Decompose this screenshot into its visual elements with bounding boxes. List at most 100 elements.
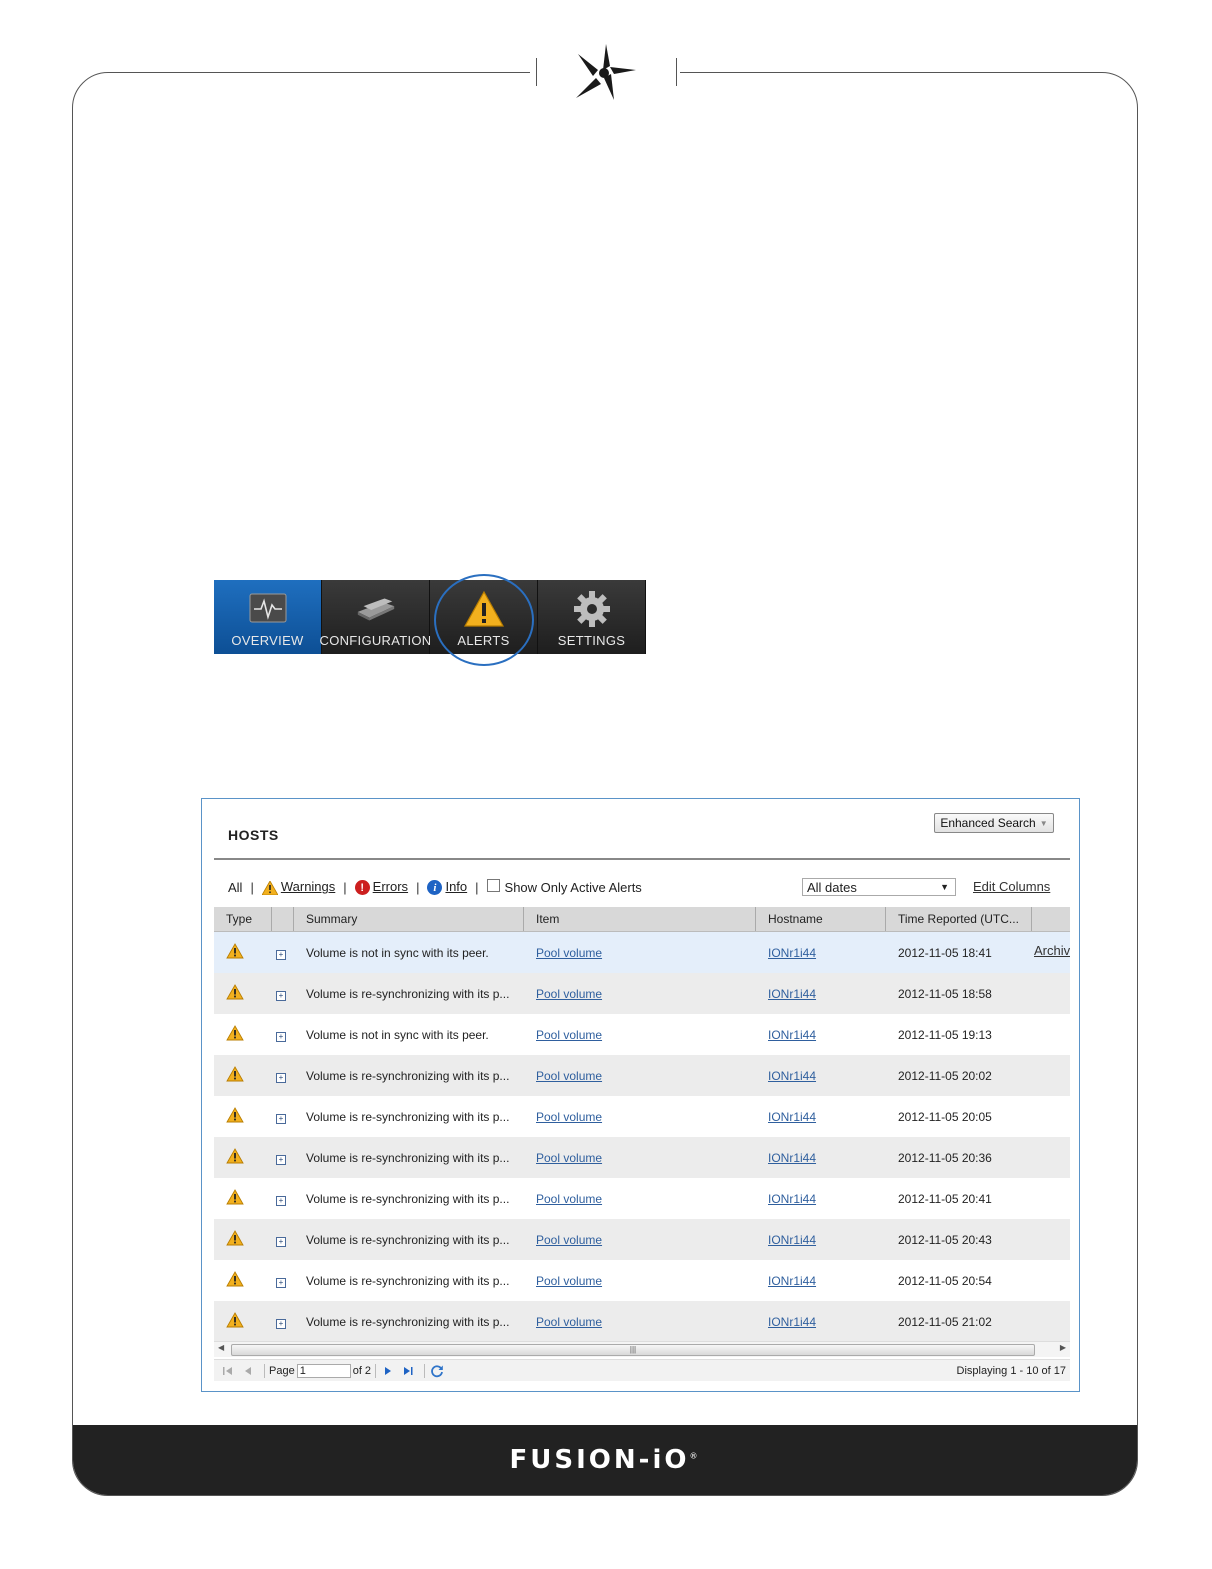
expand-plus-icon[interactable]: + bbox=[276, 949, 286, 960]
item-link[interactable]: Pool volume bbox=[536, 1315, 602, 1329]
tab-configuration[interactable]: CONFIGURATION bbox=[319, 580, 432, 654]
type-cell bbox=[214, 1025, 272, 1044]
hostname-cell: IONr1i44 bbox=[756, 1069, 886, 1083]
frame-tick-right bbox=[676, 58, 677, 86]
item-link[interactable]: Pool volume bbox=[536, 1069, 602, 1083]
edit-columns-link[interactable]: Edit Columns bbox=[973, 879, 1050, 894]
expand-plus-icon[interactable]: + bbox=[276, 1154, 286, 1165]
summary-cell: Volume is re-synchronizing with its p... bbox=[306, 1109, 510, 1124]
actions-cell: Archive bbox=[1032, 945, 1070, 960]
item-link[interactable]: Pool volume bbox=[536, 1151, 602, 1165]
summary-cell: Volume is not in sync with its peer. bbox=[306, 1027, 489, 1042]
next-page-icon[interactable] bbox=[380, 1363, 396, 1379]
scroll-left-icon[interactable]: ◀ bbox=[218, 1343, 224, 1352]
table-row[interactable]: + Volume is re-synchronizing with its p..… bbox=[214, 1219, 1070, 1260]
hostname-link[interactable]: IONr1i44 bbox=[768, 1151, 816, 1165]
expand-plus-icon[interactable]: + bbox=[276, 1277, 286, 1288]
warning-icon bbox=[226, 1066, 244, 1085]
expand-plus-icon[interactable]: + bbox=[276, 1236, 286, 1247]
table-row[interactable]: + Volume is re-synchronizing with its p..… bbox=[214, 1096, 1070, 1137]
display-count: Displaying 1 - 10 of 17 bbox=[956, 1364, 1066, 1377]
filter-all[interactable]: All bbox=[228, 880, 242, 895]
time-cell: 2012-11-05 20:41 bbox=[898, 1191, 992, 1206]
time-cell: 2012-11-05 20:36 bbox=[898, 1150, 992, 1165]
table-row[interactable]: + Volume is not in sync with its peer. Poo… bbox=[214, 1014, 1070, 1055]
expand-plus-icon[interactable]: + bbox=[276, 1113, 286, 1124]
time-cell: 2012-11-05 20:54 bbox=[898, 1273, 992, 1288]
last-page-icon[interactable] bbox=[400, 1363, 416, 1379]
expand-plus-icon[interactable]: + bbox=[276, 990, 286, 1001]
tab-alerts[interactable]: ALERTS bbox=[430, 580, 538, 654]
first-page-icon[interactable] bbox=[220, 1363, 236, 1379]
horizontal-scrollbar[interactable]: ◀ ||| ▶ bbox=[214, 1341, 1070, 1357]
hostname-link[interactable]: IONr1i44 bbox=[768, 987, 816, 1001]
filter-info[interactable]: i Info bbox=[427, 879, 467, 896]
type-cell bbox=[214, 984, 272, 1003]
table-row[interactable]: + Volume is re-synchronizing with its p..… bbox=[214, 1178, 1070, 1219]
column-header-time[interactable]: Time Reported (UTC... bbox=[886, 907, 1032, 931]
expand-plus-icon[interactable]: + bbox=[276, 1031, 286, 1042]
scroll-right-icon[interactable]: ▶ bbox=[1060, 1343, 1066, 1352]
column-header-item[interactable]: Item bbox=[524, 907, 756, 931]
type-cell bbox=[214, 1230, 272, 1249]
expand-plus-icon[interactable]: + bbox=[276, 1318, 286, 1329]
summary-cell: Volume is re-synchronizing with its p... bbox=[306, 1068, 510, 1083]
item-link[interactable]: Pool volume bbox=[536, 1233, 602, 1247]
filter-warnings[interactable]: Warnings bbox=[261, 879, 335, 895]
filter-separator: | bbox=[343, 879, 347, 895]
hostname-link[interactable]: IONr1i44 bbox=[768, 1028, 816, 1042]
hostname-link[interactable]: IONr1i44 bbox=[768, 1192, 816, 1206]
table-row[interactable]: + Volume is re-synchronizing with its p..… bbox=[214, 1260, 1070, 1301]
hostname-link[interactable]: IONr1i44 bbox=[768, 1069, 816, 1083]
table-row[interactable]: + Volume is re-synchronizing with its p..… bbox=[214, 973, 1070, 1014]
expand-plus-icon[interactable]: + bbox=[276, 1072, 286, 1083]
item-cell: Pool volume bbox=[524, 1028, 756, 1042]
table-row[interactable]: + Volume is re-synchronizing with its p..… bbox=[214, 1055, 1070, 1096]
filter-errors[interactable]: ! Errors bbox=[354, 879, 408, 896]
date-filter-select[interactable]: All dates ▼ bbox=[802, 878, 956, 896]
table-row[interactable]: + Volume is not in sync with its peer. Poo… bbox=[214, 932, 1070, 973]
item-link[interactable]: Pool volume bbox=[536, 1110, 602, 1124]
page-count: of 2 bbox=[352, 1364, 372, 1377]
tab-label: CONFIGURATION bbox=[319, 633, 432, 648]
item-link[interactable]: Pool volume bbox=[536, 987, 602, 1001]
expand-plus-icon[interactable]: + bbox=[276, 1195, 286, 1206]
hostname-link[interactable]: IONr1i44 bbox=[768, 1233, 816, 1247]
expander-cell: + bbox=[272, 1028, 294, 1042]
warning-icon bbox=[226, 1189, 244, 1208]
table-row[interactable]: + Volume is re-synchronizing with its p..… bbox=[214, 1301, 1070, 1342]
enhanced-search-button[interactable]: Enhanced Search ▼ bbox=[934, 813, 1054, 833]
refresh-icon[interactable] bbox=[429, 1363, 445, 1379]
time-cell: 2012-11-05 18:41 bbox=[898, 945, 992, 960]
item-link[interactable]: Pool volume bbox=[536, 1192, 602, 1206]
tab-settings[interactable]: SETTINGS bbox=[538, 580, 646, 654]
scrollbar-thumb[interactable]: ||| bbox=[231, 1344, 1035, 1356]
hostname-link[interactable]: IONr1i44 bbox=[768, 1110, 816, 1124]
expander-cell: + bbox=[272, 1233, 294, 1247]
hostname-cell: IONr1i44 bbox=[756, 1110, 886, 1124]
column-header-summary[interactable]: Summary bbox=[294, 907, 524, 931]
previous-page-icon[interactable] bbox=[240, 1363, 256, 1379]
archive-link[interactable]: Archive bbox=[1034, 945, 1070, 958]
main-nav: OVERVIEW CONFIGURATION ALERTS SETTINGS bbox=[214, 580, 646, 654]
time-cell: 2012-11-05 20:43 bbox=[898, 1232, 992, 1247]
hostname-link[interactable]: IONr1i44 bbox=[768, 1315, 816, 1329]
hostname-cell: IONr1i44 bbox=[756, 987, 886, 1001]
page-number-input[interactable]: 1 bbox=[296, 1363, 351, 1378]
column-header-type[interactable]: Type bbox=[214, 907, 272, 931]
item-link[interactable]: Pool volume bbox=[536, 1274, 602, 1288]
hostname-link[interactable]: IONr1i44 bbox=[768, 946, 816, 960]
table-row[interactable]: + Volume is re-synchronizing with its p..… bbox=[214, 1137, 1070, 1178]
active-alerts-checkbox[interactable] bbox=[486, 879, 500, 892]
active-alerts-toggle[interactable]: Show Only Active Alerts bbox=[486, 879, 642, 895]
pager-divider bbox=[375, 1363, 377, 1378]
warning-icon bbox=[226, 1312, 244, 1331]
expander-cell: + bbox=[272, 1151, 294, 1165]
hostname-link[interactable]: IONr1i44 bbox=[768, 1274, 816, 1288]
item-link[interactable]: Pool volume bbox=[536, 946, 602, 960]
expander-cell: + bbox=[272, 987, 294, 1001]
tab-overview[interactable]: OVERVIEW bbox=[214, 580, 322, 654]
column-header-hostname[interactable]: Hostname bbox=[756, 907, 886, 931]
summary-cell: Volume is re-synchronizing with its p... bbox=[306, 1150, 510, 1165]
item-link[interactable]: Pool volume bbox=[536, 1028, 602, 1042]
